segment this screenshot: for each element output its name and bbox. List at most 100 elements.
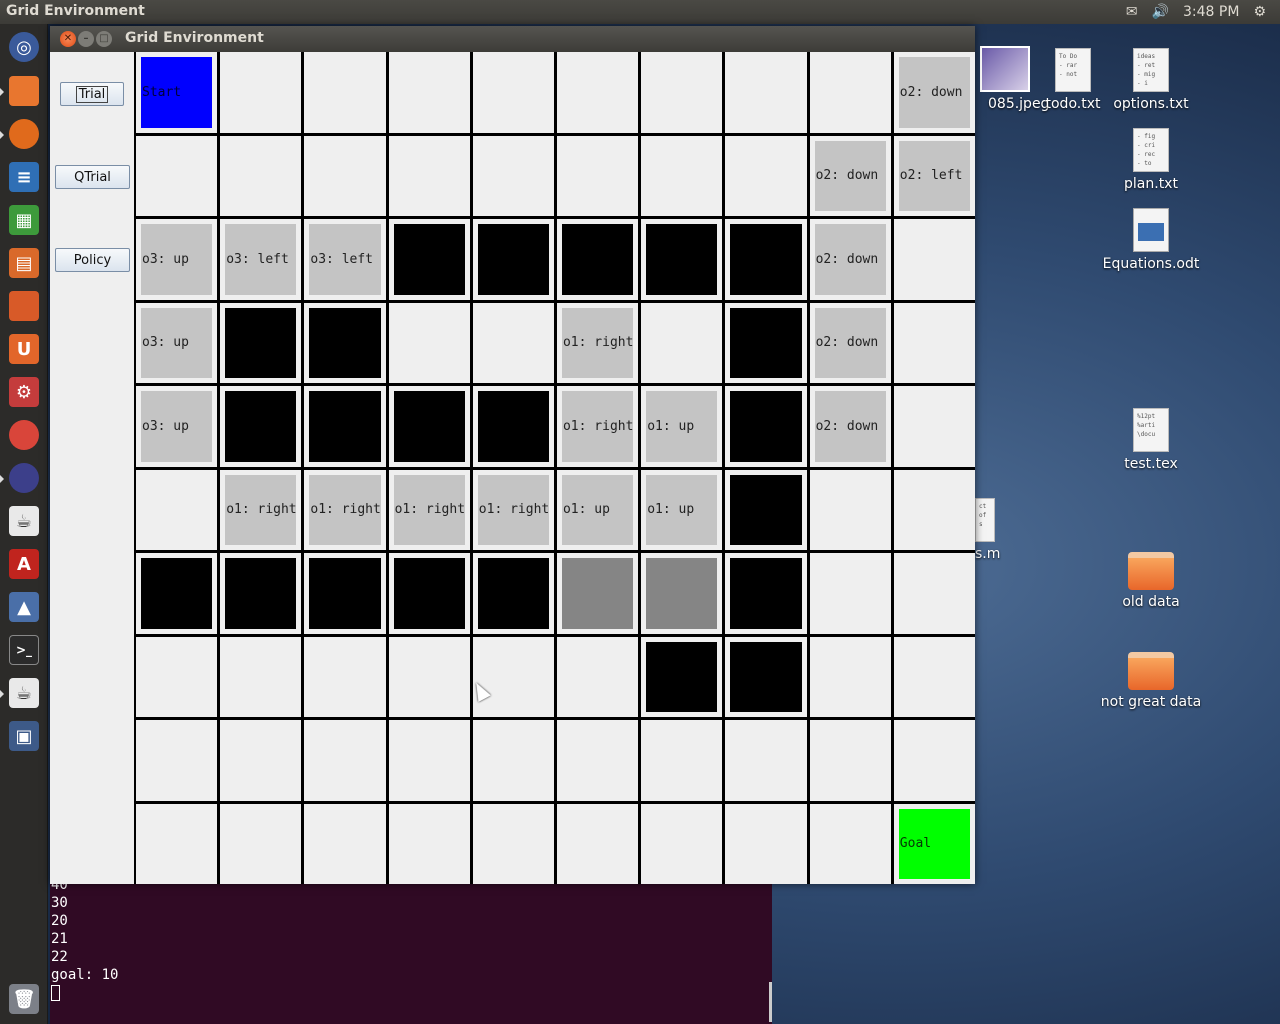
grid-cell: [556, 135, 639, 216]
policy-action-label: o1: up: [561, 474, 634, 545]
policy-action-label: o2: down: [898, 57, 970, 128]
grid-cell: [556, 803, 639, 884]
desktop-icon-old-data[interactable]: old data: [1101, 552, 1201, 610]
terminal-window[interactable]: 40 30 20 21 22 goal: 10: [50, 876, 772, 1024]
grid-world: Start o2: down o2: down o2: left o3: up o3: l…: [134, 52, 975, 884]
desktop-icon-options[interactable]: ideas - ret - mig - i options.txt: [1101, 48, 1201, 112]
terminal-scrollbar[interactable]: [769, 982, 772, 1022]
grid-cell: [472, 720, 554, 801]
terminal-output: 40 30 20 21 22 goal: 10: [51, 876, 772, 984]
wall-block: [393, 391, 465, 462]
grid-cell: [725, 469, 807, 550]
wall-block: [393, 224, 465, 295]
clock[interactable]: 3:48 PM: [1183, 4, 1239, 20]
ubuntu-one-icon[interactable]: U: [5, 330, 43, 368]
grid-cell: [388, 135, 470, 216]
firefox-icon[interactable]: [5, 115, 43, 153]
grid-cell: [893, 219, 975, 300]
terminal-line: 22: [51, 949, 68, 965]
grid-cell: o1: right: [556, 386, 639, 467]
grid-cell: [136, 469, 218, 550]
files-icon[interactable]: [5, 72, 43, 110]
grid-cell: o2: left: [893, 135, 975, 216]
grid-cell: [725, 386, 807, 467]
grid-cell: [893, 469, 975, 550]
policy-button[interactable]: Policy: [55, 248, 130, 272]
policy-action-label: o3: up: [141, 391, 213, 462]
wall-block: [309, 307, 381, 378]
grid-cell: [136, 553, 218, 634]
desktop-icon-m-file[interactable]: ct of s s.m: [975, 498, 1005, 562]
wall-block: [730, 391, 802, 462]
grid-cell: [809, 720, 891, 801]
policy-action-label: o2: down: [814, 224, 886, 295]
gear-icon[interactable]: ⚙: [1253, 4, 1266, 20]
folder-icon: [1128, 552, 1174, 590]
grid-cell: [472, 52, 554, 133]
java-app-icon-2[interactable]: ☕: [5, 674, 43, 712]
java-app-icon[interactable]: ☕: [5, 502, 43, 540]
policy-action-label: o2: left: [898, 140, 970, 211]
grid-cell: [136, 636, 218, 717]
policy-action-label: o1: right: [561, 391, 634, 462]
qtrial-button-label: QTrial: [74, 169, 111, 185]
trial-button[interactable]: Trial: [60, 82, 124, 106]
maximize-icon[interactable]: □: [96, 31, 112, 47]
eclipse-icon[interactable]: [5, 459, 43, 497]
matlab-icon[interactable]: ▲: [5, 588, 43, 626]
wall-block: [225, 391, 297, 462]
grid-cell: [472, 386, 554, 467]
grid-cell: [304, 553, 386, 634]
ubuntu-dash-icon[interactable]: ◎: [5, 28, 43, 66]
trash-icon[interactable]: 🗑: [5, 980, 43, 1018]
visited-cell-marker: [646, 558, 718, 629]
grid-cell: [136, 135, 218, 216]
terminal-icon[interactable]: >_: [5, 631, 43, 669]
terminal-prompt[interactable]: [51, 984, 772, 1002]
qtrial-button[interactable]: QTrial: [55, 165, 130, 189]
writer-icon[interactable]: ≡: [5, 158, 43, 196]
terminal-line: 30: [51, 895, 68, 911]
desktop-icon-equations[interactable]: Equations.odt: [1101, 208, 1201, 272]
grid-environment-window: ✕ – □ Grid Environment Trial QTrial Poli…: [50, 26, 975, 884]
grid-cell: [220, 302, 302, 383]
start-cell-marker: Start: [141, 57, 213, 128]
impress-icon[interactable]: ▤: [5, 244, 43, 282]
chrome-icon[interactable]: [5, 416, 43, 454]
grid-cell: [893, 720, 975, 801]
terminal-line: 20: [51, 913, 68, 929]
close-icon[interactable]: ✕: [60, 31, 76, 47]
mail-icon[interactable]: ✉: [1126, 4, 1138, 20]
calc-icon[interactable]: ▦: [5, 201, 43, 239]
wall-block: [730, 224, 802, 295]
grid-cell: o1: up: [641, 469, 723, 550]
grid-cell: [725, 52, 807, 133]
grid-cell: [304, 636, 386, 717]
policy-action-label: o3: left: [225, 224, 297, 295]
grid-cell: [893, 386, 975, 467]
grid-cell: [556, 636, 639, 717]
system-settings-icon[interactable]: ⚙: [5, 373, 43, 411]
policy-action-label: o2: down: [814, 391, 886, 462]
grid-cell: [725, 219, 807, 300]
policy-action-label: o1: up: [646, 391, 718, 462]
desktop-icon-test-tex[interactable]: %12pt %arti \docu test.tex: [1101, 408, 1201, 472]
desktop-icon-not-great-data[interactable]: not great data: [1096, 652, 1206, 710]
grid-cell: o1: up: [556, 469, 639, 550]
acrobat-icon[interactable]: A: [5, 545, 43, 583]
volume-icon[interactable]: 🔊: [1152, 4, 1169, 20]
grid-cell: o3: up: [136, 386, 218, 467]
software-center-icon[interactable]: [5, 287, 43, 325]
grid-cell: [220, 803, 302, 884]
wall-block: [477, 558, 549, 629]
window-titlebar[interactable]: ✕ – □ Grid Environment: [50, 26, 975, 52]
grid-cell: [725, 636, 807, 717]
grid-cell: [304, 386, 386, 467]
wall-block: [225, 307, 297, 378]
grid-cell: [641, 636, 723, 717]
minimize-icon[interactable]: –: [78, 31, 94, 47]
wall-block: [561, 224, 634, 295]
workspace-switcher-icon[interactable]: ▣: [5, 717, 43, 755]
grid-cell: [893, 553, 975, 634]
desktop-icon-plan[interactable]: - fig - cri - rec - to plan.txt: [1101, 128, 1201, 192]
